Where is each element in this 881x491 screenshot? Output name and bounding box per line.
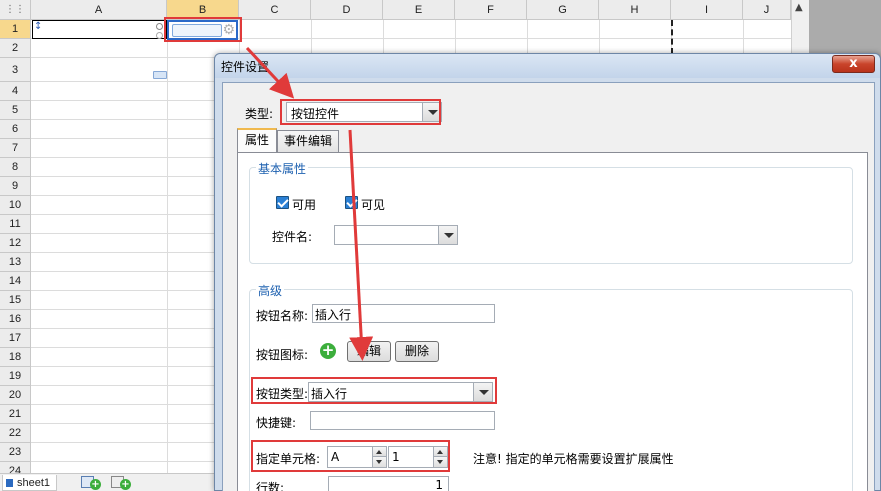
basic-properties-title: 基本属性 xyxy=(256,160,309,177)
grid-icon: ⋮⋮ xyxy=(5,4,25,15)
tab-event-edit[interactable]: 事件编辑 xyxy=(277,130,339,153)
advanced-title: 高级 xyxy=(256,282,285,299)
edit-icon-button[interactable]: 编辑 xyxy=(347,341,391,362)
select-all-corner[interactable]: ⋮⋮ xyxy=(0,0,31,20)
column-header-j[interactable]: J xyxy=(743,0,791,20)
row-header-3[interactable]: 3 xyxy=(0,58,31,82)
row-header-9[interactable]: 9 xyxy=(0,177,31,196)
column-header-f[interactable]: F xyxy=(455,0,527,20)
row-header-17[interactable]: 17 xyxy=(0,329,31,348)
widget-settings-dialog: 控件设置 x 类型: 按钮控件 属性 事件编辑 基本属性 可用 可见 控件名: xyxy=(214,53,881,491)
tab-event-edit-label: 事件编辑 xyxy=(283,134,332,148)
radio-icon xyxy=(156,32,163,39)
dialog-titlebar[interactable]: 控件设置 x xyxy=(215,54,880,78)
visible-label: 可见 xyxy=(361,198,386,212)
page-break-line xyxy=(671,20,673,54)
mini-button-widget[interactable] xyxy=(153,71,167,79)
row-header-8[interactable]: 8 xyxy=(0,158,31,177)
row-count-value: 1 xyxy=(435,478,443,491)
row-header-23[interactable]: 23 xyxy=(0,443,31,462)
row-header-19[interactable]: 19 xyxy=(0,367,31,386)
close-icon: x xyxy=(849,56,858,71)
row-header-13[interactable]: 13 xyxy=(0,253,31,272)
dialog-title: 控件设置 xyxy=(221,60,270,74)
shortcut-input[interactable] xyxy=(310,411,495,430)
delete-button-label: 删除 xyxy=(404,344,429,358)
column-header-i[interactable]: I xyxy=(671,0,743,20)
properties-panel: 基本属性 可用 可见 控件名: 高级 按钮名称: 插入行 按钮图标: + 编辑 … xyxy=(237,152,868,491)
highlight-box-type xyxy=(280,99,441,125)
widget-name-select[interactable] xyxy=(334,225,458,245)
row-header-16[interactable]: 16 xyxy=(0,310,31,329)
row-count-input[interactable]: 1 xyxy=(328,476,449,491)
edit-button-label: 编辑 xyxy=(356,344,381,358)
row-header-12[interactable]: 12 xyxy=(0,234,31,253)
button-name-value: 插入行 xyxy=(315,308,352,322)
basic-properties-group: 基本属性 可用 可见 控件名: xyxy=(249,160,853,264)
enabled-checkbox[interactable] xyxy=(276,196,289,209)
highlight-box-cell xyxy=(251,440,450,472)
column-header-a[interactable]: A xyxy=(31,0,167,20)
row-header-18[interactable]: 18 xyxy=(0,348,31,367)
type-label: 类型: xyxy=(245,107,274,121)
sheet-tab[interactable]: sheet1 xyxy=(2,475,58,491)
tab-properties[interactable]: 属性 xyxy=(237,128,277,153)
delete-icon-button[interactable]: 删除 xyxy=(395,341,439,362)
enabled-label: 可用 xyxy=(292,198,317,212)
row-header-4[interactable]: 4 xyxy=(0,82,31,101)
plus-icon: + xyxy=(120,479,131,490)
row-header-10[interactable]: 10 xyxy=(0,196,31,215)
plus-icon: + xyxy=(90,479,101,490)
row-header-14[interactable]: 14 xyxy=(0,272,31,291)
row-count-label: 行数: xyxy=(256,481,285,491)
shortcut-label: 快捷键: xyxy=(256,416,297,430)
row-header-6[interactable]: 6 xyxy=(0,120,31,139)
row-header-15[interactable]: 15 xyxy=(0,291,31,310)
button-name-label: 按钮名称: xyxy=(256,309,309,323)
add-sheet-button[interactable]: + xyxy=(81,476,103,490)
row-header-7[interactable]: 7 xyxy=(0,139,31,158)
grid-line xyxy=(167,20,168,473)
row-header-21[interactable]: 21 xyxy=(0,405,31,424)
column-header-h[interactable]: H xyxy=(599,0,671,20)
column-header-e[interactable]: E xyxy=(383,0,455,20)
column-header-d[interactable]: D xyxy=(311,0,383,20)
add-report-sheet-button[interactable]: + xyxy=(111,476,133,490)
dialog-body: 类型: 按钮控件 属性 事件编辑 基本属性 可用 可见 控件名: 高级 按钮名称… xyxy=(222,82,875,491)
row-header-2[interactable]: 2 xyxy=(0,39,31,58)
sheet-tab-bar: sheet1 + + xyxy=(0,473,215,491)
highlight-box-button-type xyxy=(251,377,497,404)
cell-note: 注意! 指定的单元格需要设置扩展属性 xyxy=(473,452,674,466)
button-name-input[interactable]: 插入行 xyxy=(312,304,495,323)
plus-icon: + xyxy=(320,341,336,359)
sheet-icon xyxy=(6,479,13,487)
sheet-tab-label: sheet1 xyxy=(17,477,51,489)
row-header-20[interactable]: 20 xyxy=(0,386,31,405)
cell-a1[interactable]: ↕ xyxy=(32,20,167,39)
visible-checkbox[interactable] xyxy=(345,196,358,209)
close-button[interactable]: x xyxy=(832,55,875,73)
row-header-5[interactable]: 5 xyxy=(0,101,31,120)
chevron-down-icon[interactable] xyxy=(438,226,457,244)
advanced-group: 高级 按钮名称: 插入行 按钮图标: + 编辑 删除 按钮类型: 插入行 快捷键… xyxy=(249,282,853,491)
chevron-up-icon[interactable]: ▲ xyxy=(795,2,803,13)
cell-marker-icon: ↕ xyxy=(34,21,43,32)
row-header-11[interactable]: 11 xyxy=(0,215,31,234)
button-icon-label: 按钮图标: xyxy=(256,348,309,362)
tab-properties-label: 属性 xyxy=(244,133,269,147)
row-header-1[interactable]: 1 xyxy=(0,20,31,39)
highlight-box-b1 xyxy=(164,17,242,42)
column-header-c[interactable]: C xyxy=(239,0,311,20)
column-header-g[interactable]: G xyxy=(527,0,599,20)
widget-name-label: 控件名: xyxy=(272,230,313,244)
row-header-22[interactable]: 22 xyxy=(0,424,31,443)
radio-icon xyxy=(156,23,163,30)
